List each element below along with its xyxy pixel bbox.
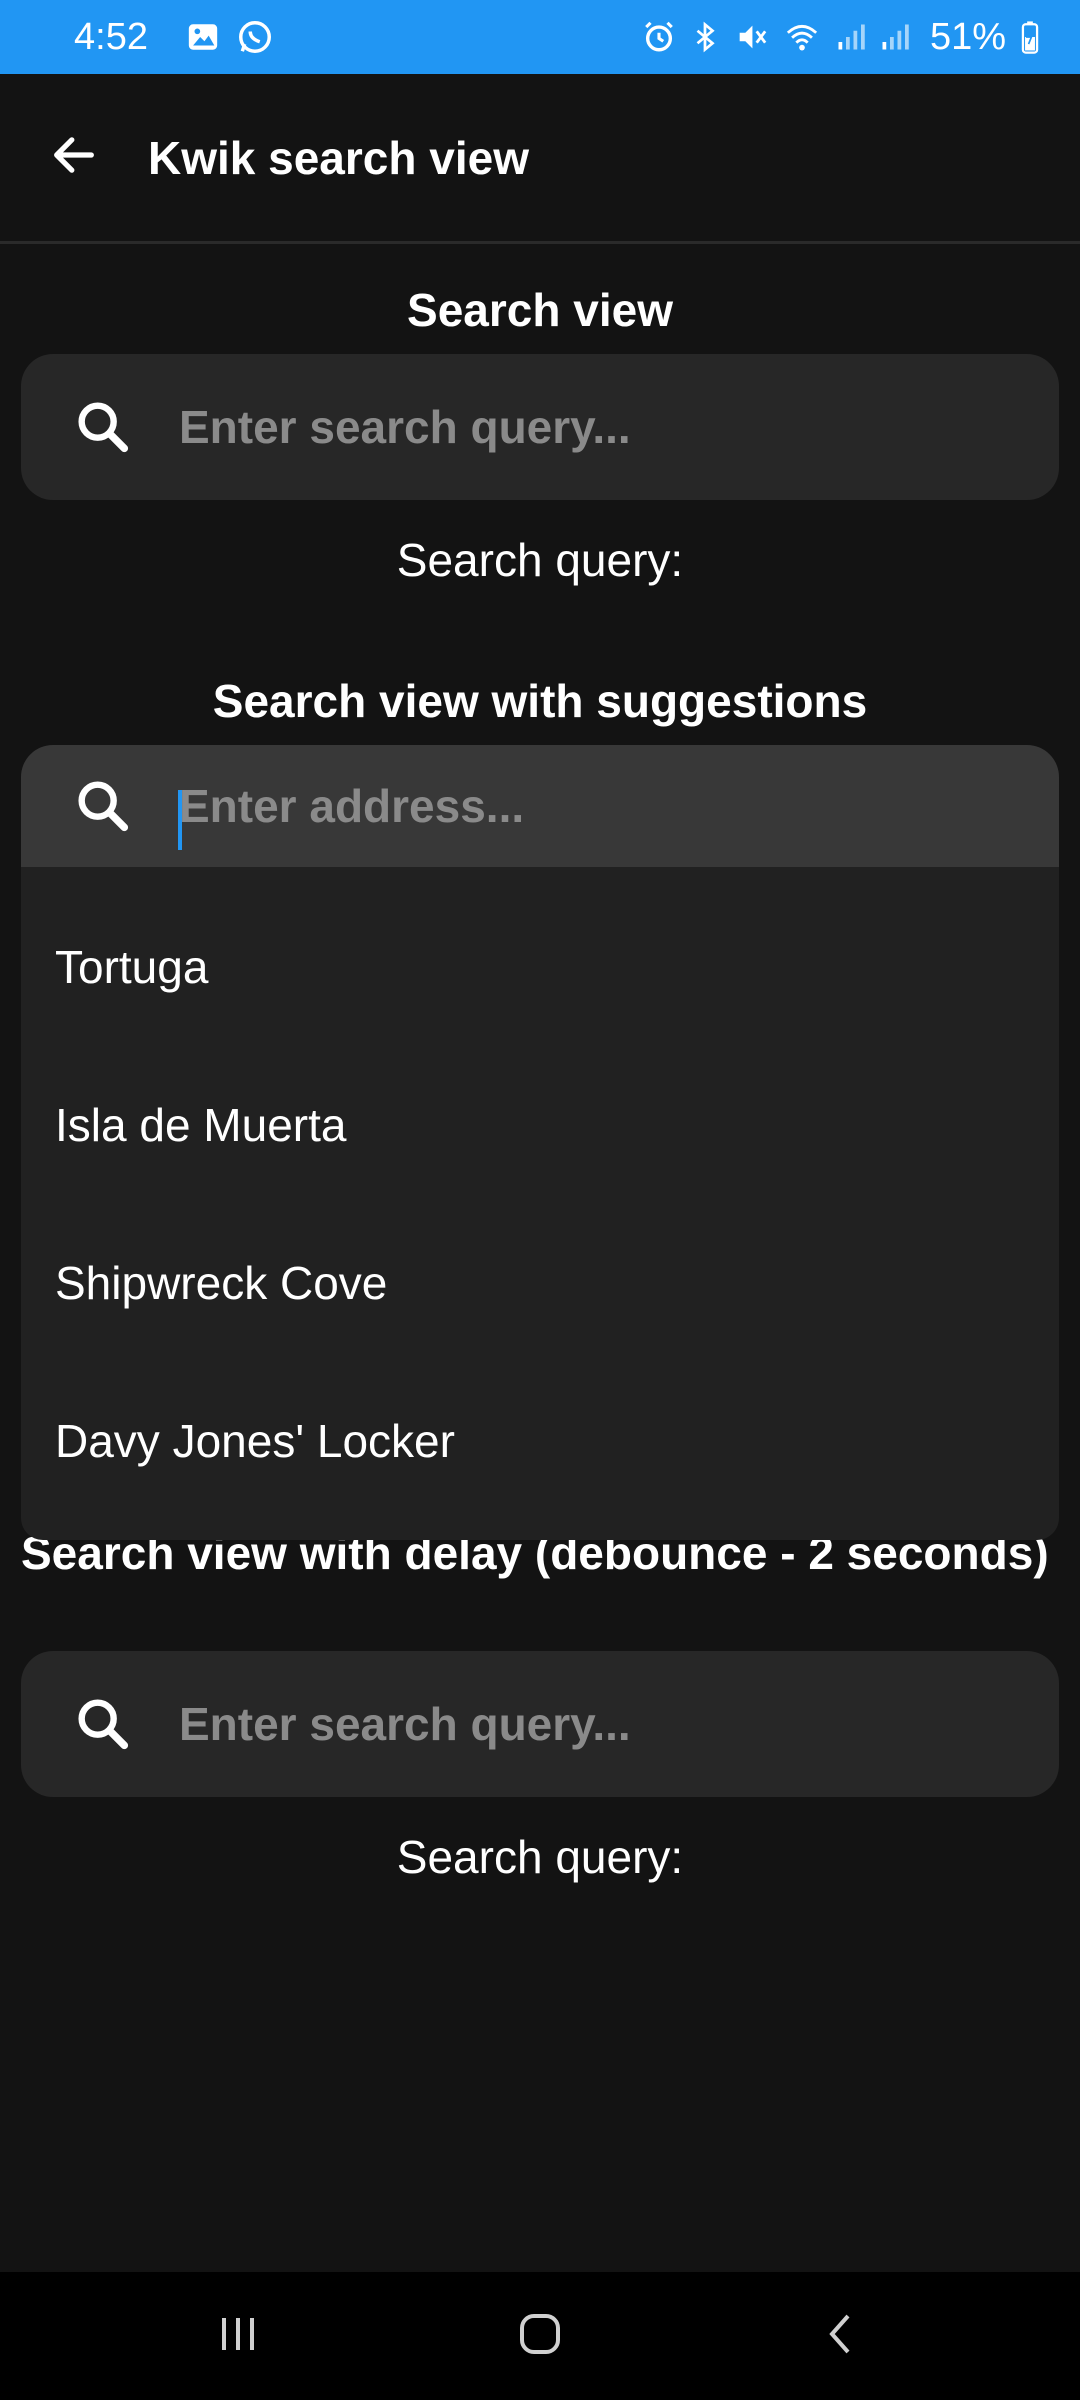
home-icon [516,2310,564,2363]
signal-icon-2 [880,20,910,54]
suggestions-dropdown: Tortuga Isla de Muerta Shipwreck Cove Da… [21,867,1059,1540]
back-button[interactable] [34,118,114,198]
whatsapp-notification-icon [236,18,274,56]
suggestion-item[interactable]: Davy Jones' Locker [21,1362,1059,1520]
status-time: 4:52 [74,15,148,58]
mute-icon [734,20,768,54]
address-input-placeholder: Enter address... [179,780,525,832]
battery-percent: 51% [929,15,1006,58]
bluetooth-icon [690,20,720,54]
search-icon [71,395,135,459]
search-query-label: Search query: [396,534,684,586]
search-input-placeholder: Enter search query... [179,401,631,453]
search-input[interactable]: Enter search query... [21,354,1059,500]
suggestion-item[interactable]: Tortuga [21,888,1059,1046]
search-icon [71,1692,135,1756]
suggestions-heading: Search view with suggestions [212,675,868,727]
debounce-search-input[interactable]: Enter search query... [21,1651,1059,1797]
alarm-icon [642,20,676,54]
app-bar: Kwik search view [0,74,1080,244]
home-button[interactable] [495,2296,585,2376]
suggestion-item[interactable]: Isla de Muerta [21,1046,1059,1204]
recent-apps-button[interactable] [193,2296,283,2376]
debounce-input-placeholder: Enter search query... [179,1698,631,1750]
signal-icon-1 [836,20,866,54]
page-title: Kwik search view [148,131,529,184]
suggestion-item[interactable]: Shipwreck Cove [21,1204,1059,1362]
search-view-heading: Search view [407,284,673,336]
wifi-icon [782,20,822,54]
address-search-input[interactable]: Enter address... [21,745,1059,867]
battery-charging-icon [1020,20,1040,54]
status-bar: 4:52 51% [0,0,1080,74]
system-navigation-bar [0,2272,1080,2400]
recent-apps-icon [214,2310,262,2363]
nav-back-button[interactable] [797,2296,887,2376]
search-icon [71,774,135,838]
gallery-notification-icon [186,20,220,54]
chevron-left-icon [818,2310,866,2363]
debounce-query-label: Search query: [396,1831,684,1883]
arrow-back-icon [48,129,100,186]
